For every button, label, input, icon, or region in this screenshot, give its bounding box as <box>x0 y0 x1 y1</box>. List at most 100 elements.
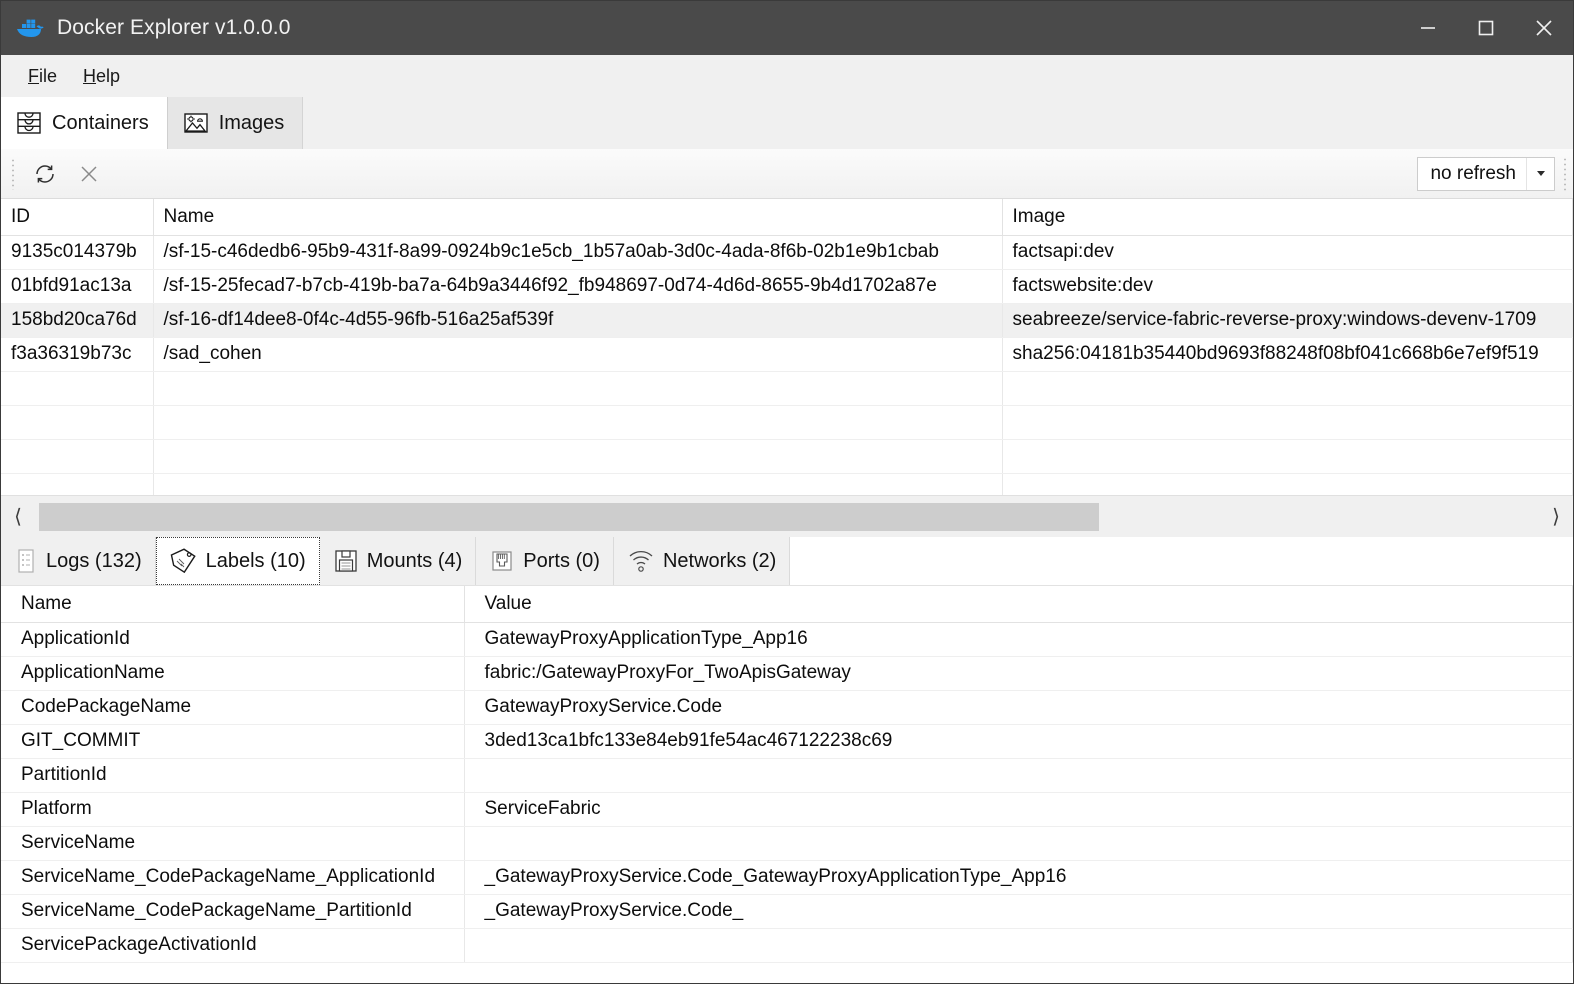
table-row[interactable]: f3a36319b73c/sad_cohen sha256:04181b35440… <box>1 337 1573 372</box>
close-button[interactable] <box>1515 1 1573 55</box>
detail-tab-strip: Logs (132) Labels (10) Mounts (4) Ports … <box>1 537 1573 585</box>
tab-mounts[interactable]: Mounts (4) <box>319 537 477 585</box>
menu-item-label: ile <box>39 65 58 86</box>
label-value: _GatewayProxyService.Code_GatewayProxyAp… <box>464 860 1573 895</box>
container-image <box>1002 473 1573 495</box>
scrollbar-track[interactable] <box>35 502 1539 531</box>
container-name <box>153 439 1003 474</box>
minimize-button[interactable] <box>1399 1 1457 55</box>
table-row[interactable]: ServiceName <box>1 826 1573 861</box>
container-image <box>1002 405 1573 440</box>
table-row[interactable]: ApplicationId GatewayProxyApplicationType… <box>1 622 1573 657</box>
tab-mounts-label: Mounts (4) <box>366 549 463 572</box>
container-name: /sad_cohen <box>153 337 1003 372</box>
stop-button[interactable] <box>67 154 111 194</box>
table-row[interactable]: PartitionId <box>1 758 1573 793</box>
floppy-disk-icon <box>335 550 357 572</box>
docker-whale-icon <box>17 19 44 37</box>
container-image: seabreeze/service-fabric-reverse-proxy:w… <box>1002 303 1573 338</box>
labels-header-row: Name Value <box>1 586 1573 623</box>
column-header-name[interactable]: Name <box>153 199 1003 236</box>
labels-grid: Name Value ApplicationId GatewayProxyAppl… <box>1 585 1573 983</box>
tab-logs-label: Logs (132) <box>46 549 142 572</box>
tab-logs[interactable]: Logs (132) <box>1 537 156 585</box>
column-header-label-name[interactable]: Name <box>1 586 465 623</box>
label-value <box>464 928 1573 963</box>
tab-images[interactable]: Images <box>167 97 304 149</box>
chevron-down-icon[interactable] <box>1526 157 1554 190</box>
table-row[interactable]: 9135c014379b/sf-15-c46dedb6-95b9-431f-8a… <box>1 235 1573 270</box>
label-name: Platform <box>1 792 465 827</box>
table-row[interactable]: ApplicationName fabric:/GatewayProxyFor_T… <box>1 656 1573 691</box>
tab-containers-label: Containers <box>52 111 149 134</box>
container-name <box>153 405 1003 440</box>
scrollbar-thumb[interactable] <box>39 502 1099 531</box>
refresh-button[interactable] <box>23 154 67 194</box>
toolbar: no refresh <box>1 149 1573 199</box>
maximize-button[interactable] <box>1457 1 1515 55</box>
containers-stack-icon <box>17 112 41 134</box>
application-window: Docker Explorer v1.0.0.0 File Help Conta… <box>0 0 1574 984</box>
table-row[interactable] <box>1 473 1573 495</box>
close-x-icon <box>81 165 97 182</box>
horizontal-scrollbar[interactable]: ⟨ ⟩ <box>1 495 1573 537</box>
label-name: ServiceName <box>1 826 465 861</box>
toolbar-right-grip[interactable] <box>1563 156 1567 191</box>
containers-grid: ID Name Image 9135c014379b/sf-15-c46dedb… <box>1 199 1573 495</box>
toolbar-grip[interactable] <box>11 157 15 190</box>
table-row[interactable]: GIT_COMMIT 3ded13ca1bfc133e84eb91fe54ac46… <box>1 724 1573 759</box>
table-row[interactable] <box>1 405 1573 440</box>
column-header-image[interactable]: Image <box>1002 199 1573 236</box>
label-value: fabric:/GatewayProxyFor_TwoApisGateway <box>464 656 1573 691</box>
tab-ports[interactable]: Ports (0) <box>476 537 614 585</box>
tab-networks[interactable]: Networks (2) <box>613 537 791 585</box>
maximize-icon <box>1478 20 1494 36</box>
label-value: 3ded13ca1bfc133e84eb91fe54ac467122238c69 <box>464 724 1573 759</box>
tab-labels[interactable]: Labels (10) <box>155 537 320 585</box>
tab-images-label: Images <box>218 111 285 134</box>
column-header-label-value[interactable]: Value <box>464 586 1573 623</box>
label-name: PartitionId <box>1 758 465 793</box>
table-row[interactable]: CodePackageName GatewayProxyService.Code <box>1 690 1573 725</box>
menu-item-file[interactable]: File <box>15 62 70 91</box>
refresh-interval-combobox[interactable]: no refresh <box>1417 156 1555 191</box>
title-bar: Docker Explorer v1.0.0.0 <box>1 1 1573 55</box>
chevron-right-icon[interactable]: ⟩ <box>1539 496 1573 537</box>
detail-tab-filler <box>790 537 1573 585</box>
tab-containers[interactable]: Containers <box>1 97 168 149</box>
chevron-left-icon[interactable]: ⟨ <box>1 496 35 537</box>
label-name: ServicePackageActivationId <box>1 928 465 963</box>
table-row[interactable] <box>1 439 1573 474</box>
menu-item-help[interactable]: Help <box>70 62 133 91</box>
main-tab-strip: Containers Images <box>1 97 1573 149</box>
label-value: GatewayProxyService.Code <box>464 690 1573 725</box>
table-row[interactable]: ServicePackageActivationId <box>1 928 1573 963</box>
column-header-id[interactable]: ID <box>1 199 154 236</box>
table-row[interactable]: 01bfd91ac13a/sf-15-25fecad7-b7cb-419b-ba… <box>1 269 1573 304</box>
label-value <box>464 826 1573 861</box>
picture-mountain-icon <box>184 113 208 133</box>
container-name: /sf-15-c46dedb6-95b9-431f-8a99-0924b9c1e… <box>153 235 1003 270</box>
log-list-icon <box>18 549 34 573</box>
table-row[interactable]: ServiceName_CodePackageName_ApplicationI… <box>1 860 1573 895</box>
label-value: _GatewayProxyService.Code_ <box>464 894 1573 929</box>
wifi-signal-icon <box>629 550 653 572</box>
container-name <box>153 371 1003 406</box>
table-row[interactable]: ServiceName_CodePackageName_PartitionId _… <box>1 894 1573 929</box>
table-row[interactable]: Platform ServiceFabric <box>1 792 1573 827</box>
menu-bar: File Help <box>1 55 1573 97</box>
container-image <box>1002 371 1573 406</box>
label-name: CodePackageName <box>1 690 465 725</box>
table-row[interactable]: 158bd20ca76d/sf-16-df14dee8-0f4c-4d55-96… <box>1 303 1573 338</box>
containers-header-row: ID Name Image <box>1 199 1573 236</box>
window-controls <box>1399 1 1573 55</box>
table-row[interactable] <box>1 371 1573 406</box>
menu-mnemonic: H <box>83 65 97 86</box>
label-value <box>464 758 1573 793</box>
container-name: /sf-16-df14dee8-0f4c-4d55-96fb-516a25af5… <box>153 303 1003 338</box>
container-id <box>1 473 154 495</box>
refresh-interval-value: no refresh <box>1430 162 1516 184</box>
container-name: /sf-15-25fecad7-b7cb-419b-ba7a-64b9a3446… <box>153 269 1003 304</box>
labels-table: Name Value ApplicationId GatewayProxyAppl… <box>1 586 1573 963</box>
container-image: factsapi:dev <box>1002 235 1573 270</box>
